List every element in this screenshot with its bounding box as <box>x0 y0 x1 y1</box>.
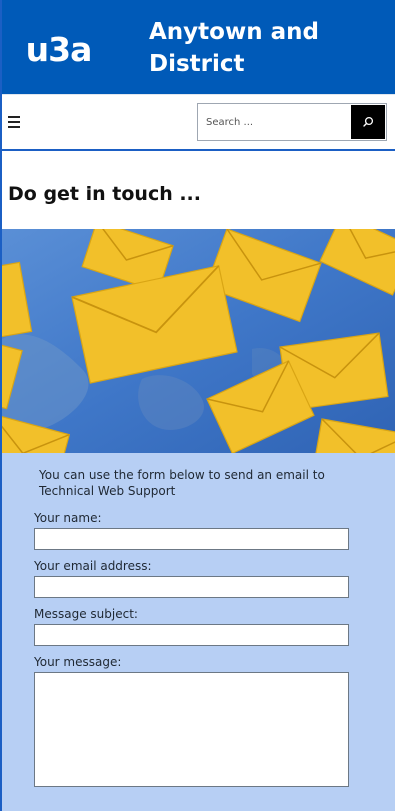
site-title-line-2: District <box>149 51 245 77</box>
subject-label: Message subject: <box>34 607 138 621</box>
name-field[interactable] <box>34 528 349 550</box>
u3a-logo[interactable]: u3a <box>2 26 115 69</box>
message-field[interactable] <box>34 672 349 787</box>
toolbar <box>2 94 395 151</box>
site-header: u3a Anytown and District <box>2 0 395 94</box>
contact-form: You can use the form below to send an em… <box>2 453 395 811</box>
message-label: Your message: <box>34 655 122 669</box>
search-button[interactable] <box>351 105 385 139</box>
search-icon <box>363 116 374 127</box>
subject-field[interactable] <box>34 624 349 646</box>
form-intro-text: You can use the form below to send an em… <box>39 468 325 498</box>
email-label: Your email address: <box>34 559 152 573</box>
site-title[interactable]: Anytown and District <box>115 14 319 80</box>
search-input[interactable] <box>198 104 350 140</box>
page: u3a Anytown and District Do get in touch… <box>0 0 395 811</box>
site-title-line-1: Anytown and <box>149 19 319 45</box>
search-form <box>197 103 387 141</box>
name-label: Your name: <box>34 511 102 525</box>
page-title: Do get in touch ... <box>8 183 201 205</box>
hamburger-menu-icon[interactable] <box>8 114 28 130</box>
email-field[interactable] <box>34 576 349 598</box>
hero-image <box>2 229 395 453</box>
